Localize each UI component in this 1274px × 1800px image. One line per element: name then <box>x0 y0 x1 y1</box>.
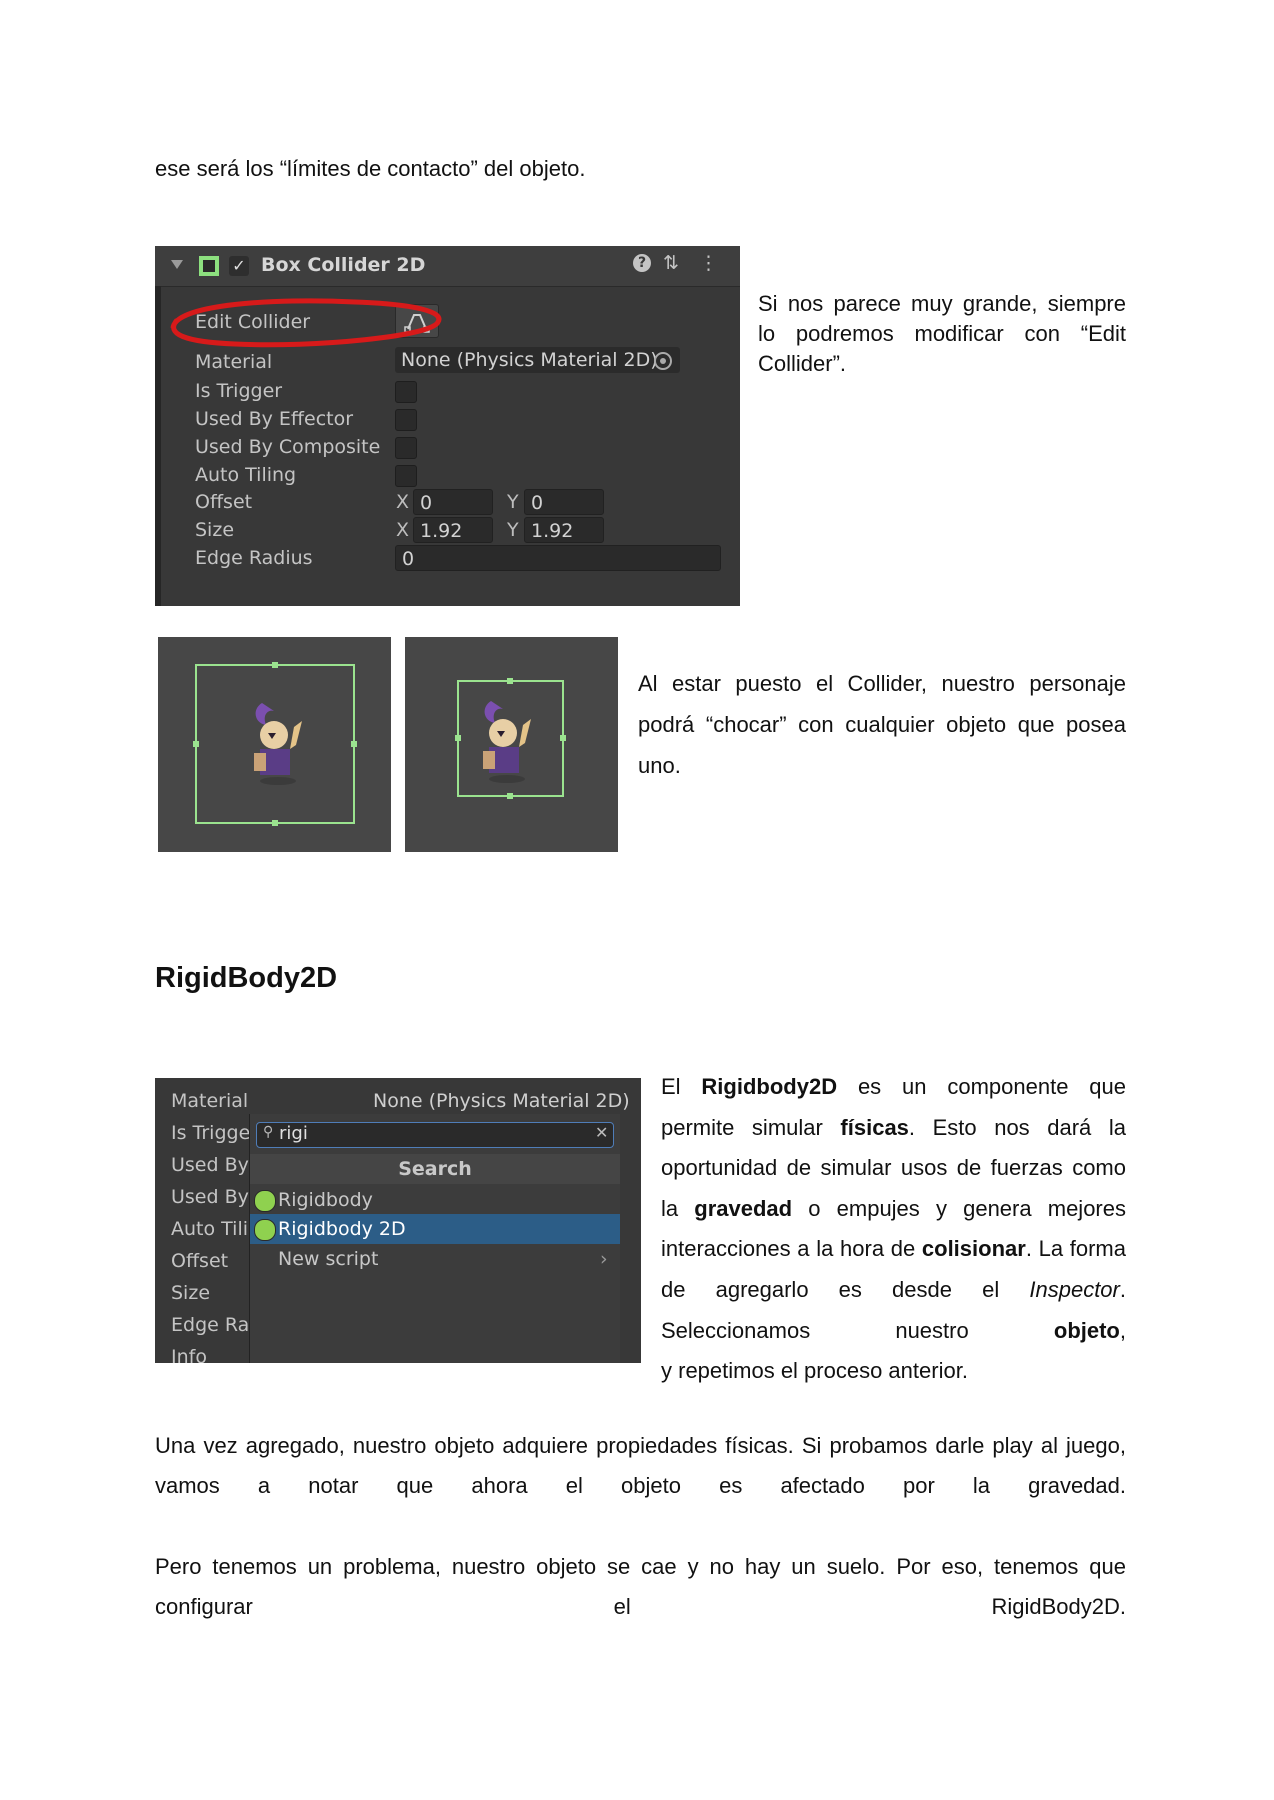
rigidbody-icon <box>254 1190 276 1212</box>
scene-view-large-collider <box>158 637 391 852</box>
component-search-dropdown: ⚲ rigi ✕ Search Rigidbody Rigidbody 2D N… <box>249 1114 620 1363</box>
label-used-by-1: Used By <box>171 1154 249 1176</box>
label-material: Material <box>171 1090 249 1112</box>
is-trigger-checkbox[interactable] <box>395 381 417 403</box>
para-rigidbody: El Rigidbody2D es un componente que perm… <box>661 1074 1126 1343</box>
object-picker-icon[interactable] <box>654 352 672 370</box>
label-info: Info <box>171 1346 207 1363</box>
result-rigidbody-2d-label: Rigidbody 2D <box>278 1218 406 1240</box>
box-collider-panel: ✓ Box Collider 2D ? ⇅ ⋮ Edit Collider Ma… <box>155 246 740 606</box>
material-field[interactable]: None (Physics Material 2D) <box>395 347 680 373</box>
search-header: Search <box>250 1154 620 1184</box>
result-new-script-label: New script <box>278 1248 379 1270</box>
size-x-field[interactable]: 1.92 <box>413 517 493 543</box>
result-rigidbody-label: Rigidbody <box>278 1189 373 1211</box>
used-by-composite-checkbox[interactable] <box>395 437 417 459</box>
auto-tiling-checkbox[interactable] <box>395 465 417 487</box>
collider-icon <box>199 256 219 276</box>
para-edit-collider: Si nos parece muy grande, siempre lo pod… <box>758 291 1126 376</box>
row-size: Size <box>195 519 235 541</box>
offset-x-label: X <box>396 491 410 513</box>
size-y-label: Y <box>507 519 519 541</box>
clear-search-icon[interactable]: ✕ <box>595 1123 608 1142</box>
scene-view-fitted-collider <box>405 637 618 852</box>
kebab-menu-icon[interactable]: ⋮ <box>699 252 718 274</box>
add-component-panel: Material Is Trigge Used By Used By Auto … <box>155 1078 641 1363</box>
para-rigidbody-last: y repetimos el proceso anterior. <box>661 1358 968 1383</box>
red-highlight-circle <box>170 298 442 348</box>
row-material: Material <box>195 351 273 373</box>
size-y-field[interactable]: 1.92 <box>524 517 604 543</box>
para-collider: Al estar puesto el Collider, nuestro per… <box>638 671 1126 778</box>
intro-line: ese será los “límites de contacto” del o… <box>155 156 586 181</box>
label-size: Size <box>171 1282 211 1304</box>
foldout-arrow-icon[interactable] <box>171 260 183 269</box>
label-is-trigger: Is Trigge <box>171 1122 251 1144</box>
label-offset: Offset <box>171 1250 229 1272</box>
chevron-right-icon: › <box>600 1248 608 1270</box>
label-auto-tiling: Auto Tili <box>171 1218 249 1240</box>
para-added: Una vez agregado, nuestro objeto adquier… <box>155 1433 1126 1498</box>
search-icon: ⚲ <box>263 1124 274 1140</box>
row-edge-radius: Edge Radius <box>195 547 313 569</box>
knight-sprite-icon <box>254 703 302 785</box>
para-problem: Pero tenemos un problema, nuestro objeto… <box>155 1554 1126 1619</box>
component-title: Box Collider 2D <box>261 254 426 276</box>
row-auto-tiling: Auto Tiling <box>195 464 297 486</box>
row-is-trigger: Is Trigger <box>195 380 283 402</box>
offset-x-field[interactable]: 0 <box>413 489 493 515</box>
edge-radius-field[interactable]: 0 <box>395 545 721 571</box>
result-new-script[interactable]: New script › <box>250 1244 620 1274</box>
search-input[interactable]: ⚲ rigi ✕ <box>256 1122 614 1148</box>
material-value: None (Physics Material 2D) <box>373 1090 630 1112</box>
presets-icon[interactable]: ⇅ <box>663 252 679 274</box>
size-x-label: X <box>396 519 410 541</box>
result-rigidbody[interactable]: Rigidbody <box>250 1186 620 1214</box>
heading-rigidbody2d: RigidBody2D <box>155 962 338 994</box>
used-by-effector-checkbox[interactable] <box>395 409 417 431</box>
row-used-by-composite: Used By Composite <box>195 436 381 458</box>
rigidbody-2d-icon <box>254 1219 276 1241</box>
result-rigidbody-2d[interactable]: Rigidbody 2D <box>250 1214 620 1244</box>
knight-sprite-icon <box>483 701 531 783</box>
row-offset: Offset <box>195 491 253 513</box>
offset-y-field[interactable]: 0 <box>524 489 604 515</box>
label-used-by-2: Used By <box>171 1186 249 1208</box>
offset-y-label: Y <box>507 491 519 513</box>
search-text: rigi <box>279 1123 308 1144</box>
label-edge-radius: Edge Ra <box>171 1314 250 1336</box>
help-icon[interactable]: ? <box>633 254 651 272</box>
row-used-by-effector: Used By Effector <box>195 408 354 430</box>
enabled-checkbox[interactable]: ✓ <box>229 256 249 276</box>
